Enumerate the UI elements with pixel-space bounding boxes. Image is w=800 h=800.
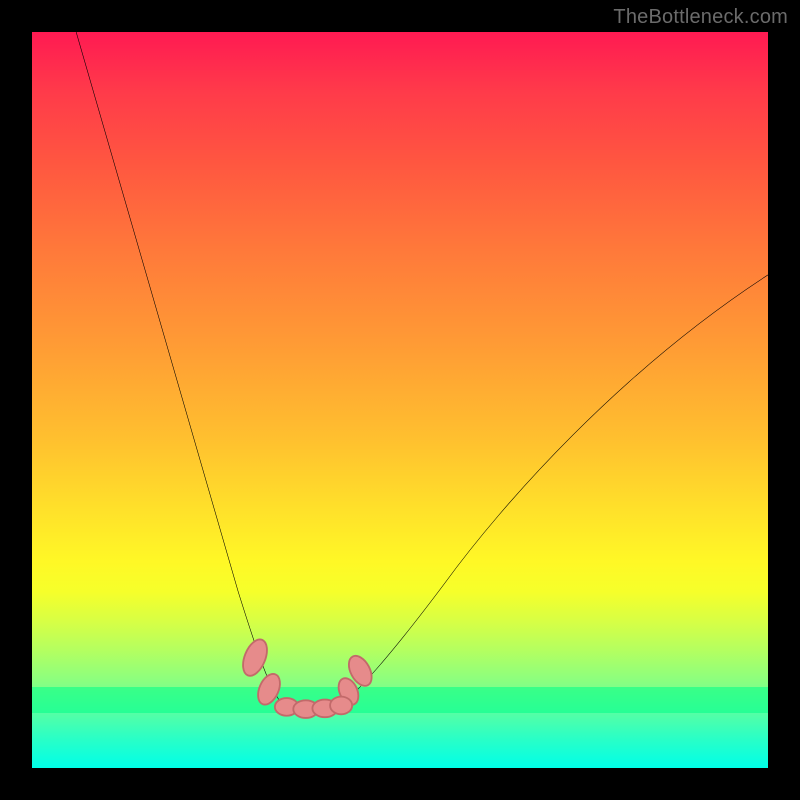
valley-marker-group <box>238 636 376 718</box>
plot-area <box>32 32 768 768</box>
curve-layer <box>32 32 768 768</box>
watermark-text: TheBottleneck.com <box>613 6 788 29</box>
marker-left-upper <box>238 636 271 679</box>
bottleneck-curve <box>76 32 768 708</box>
chart-frame <box>0 0 800 800</box>
marker-floor-4 <box>330 697 352 715</box>
